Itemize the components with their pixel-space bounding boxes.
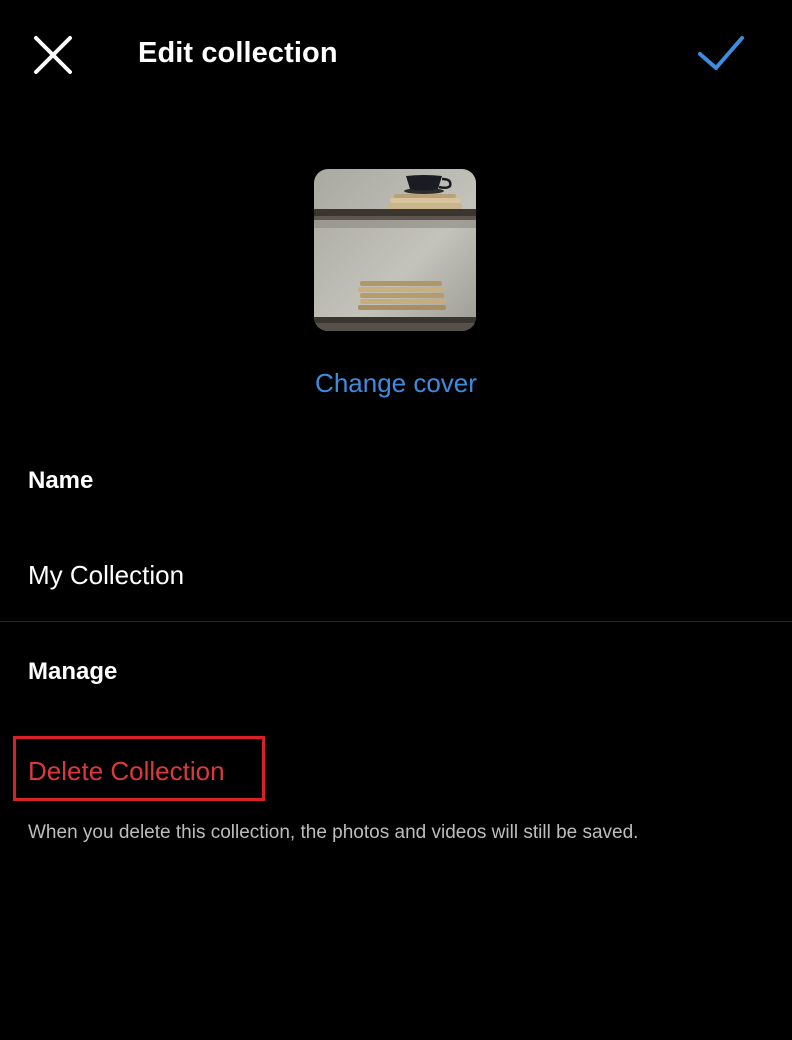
page-title: Edit collection bbox=[138, 37, 338, 69]
name-section-label: Name bbox=[28, 467, 94, 494]
delete-help-text: When you delete this collection, the pho… bbox=[28, 822, 639, 843]
collection-name-field[interactable] bbox=[28, 556, 764, 594]
edit-collection-screen: Edit collection Change cover Name My Col… bbox=[0, 0, 792, 1040]
manage-section-label: Manage bbox=[28, 658, 118, 685]
done-button[interactable] bbox=[690, 28, 754, 80]
close-button[interactable] bbox=[24, 26, 82, 84]
section-divider bbox=[0, 621, 792, 622]
cover-photo bbox=[314, 169, 476, 331]
delete-collection-button[interactable]: Delete Collection bbox=[28, 752, 225, 790]
cover-image[interactable] bbox=[314, 169, 476, 331]
change-cover-link[interactable]: Change cover bbox=[0, 364, 792, 402]
close-icon bbox=[34, 36, 72, 74]
checkmark-icon bbox=[698, 36, 744, 70]
